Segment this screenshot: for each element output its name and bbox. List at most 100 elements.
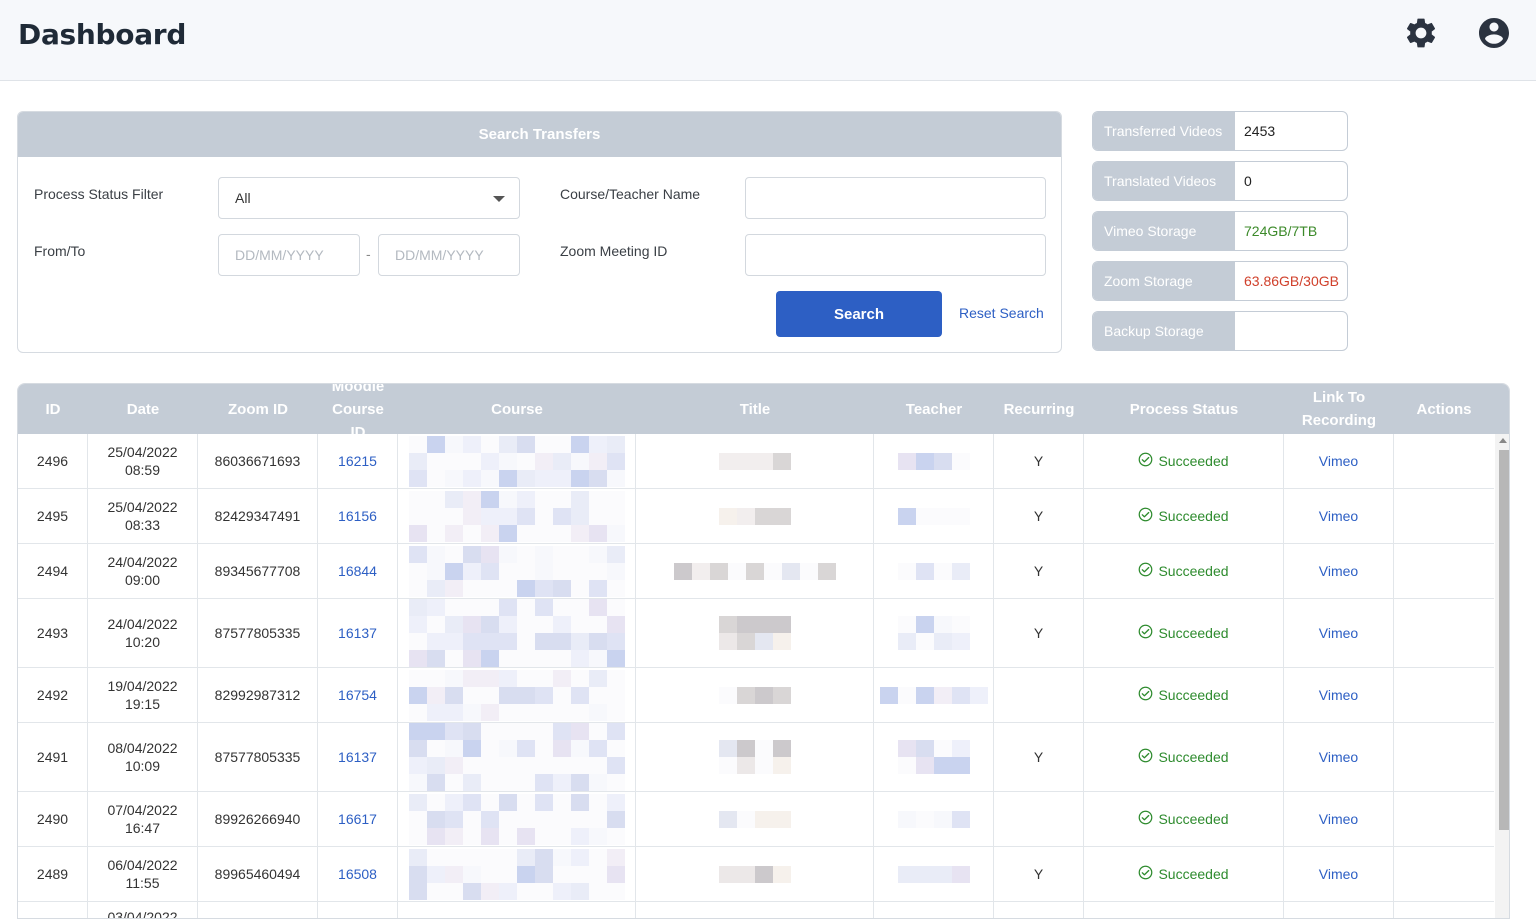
moodle-course-link[interactable]: 16137 — [338, 624, 377, 642]
course-teacher-label: Course/Teacher Name — [560, 186, 700, 202]
table-cell: 16508 — [318, 847, 398, 901]
moodle-course-link[interactable]: 16754 — [338, 686, 377, 704]
table-cell — [1284, 902, 1394, 919]
table-cell: 16754 — [318, 668, 398, 722]
row-zoom-id: 89345677708 — [215, 562, 301, 580]
moodle-course-link[interactable]: 16508 — [338, 865, 377, 883]
moodle-course-link[interactable]: 16137 — [338, 748, 377, 766]
table-cell: Succeeded — [1084, 434, 1284, 488]
redacted-content — [719, 508, 791, 525]
status-succeeded: Succeeded — [1138, 624, 1228, 643]
row-date: 24/04/2022 — [107, 553, 177, 571]
table-scrollbar[interactable] — [1495, 434, 1510, 919]
stat-box: Vimeo Storage 724GB/7TB — [1092, 211, 1348, 251]
status-text: Succeeded — [1158, 686, 1228, 704]
from-date-input[interactable]: DD/MM/YYYY — [218, 234, 360, 276]
check-circle-icon — [1138, 507, 1153, 526]
top-bar: Dashboard — [0, 0, 1536, 81]
table-cell — [398, 434, 636, 488]
vimeo-link[interactable]: Vimeo — [1319, 810, 1358, 828]
redacted-content — [409, 599, 625, 667]
redacted-content — [898, 740, 970, 774]
check-circle-icon — [1138, 624, 1153, 643]
table-cell — [1394, 434, 1494, 488]
redacted-content — [409, 491, 625, 542]
user-circle-icon[interactable] — [1476, 15, 1512, 51]
table-row: 2491 08/04/2022 10:09 87577805335 16137 Y Succ… — [18, 723, 1494, 792]
table-cell: 25/04/2022 08:33 — [88, 489, 198, 543]
gear-icon[interactable] — [1403, 15, 1439, 51]
status-text: Succeeded — [1158, 624, 1228, 642]
row-date: 07/04/2022 — [107, 801, 177, 819]
table-cell: 16617 — [318, 792, 398, 846]
scroll-up-icon[interactable] — [1499, 438, 1507, 443]
moodle-course-link[interactable]: 16156 — [338, 507, 377, 525]
redacted-content — [409, 546, 625, 597]
table-cell — [1084, 902, 1284, 919]
check-circle-icon — [1138, 810, 1153, 829]
vimeo-link[interactable]: Vimeo — [1319, 507, 1358, 525]
redacted-content — [719, 453, 791, 470]
table-cell — [398, 599, 636, 667]
column-header: Title — [636, 384, 874, 434]
row-time: 08:33 — [107, 516, 177, 534]
table-cell — [18, 902, 88, 919]
table-cell: 16156 — [318, 489, 398, 543]
redacted-content — [409, 849, 625, 900]
table-cell — [994, 668, 1084, 722]
table-cell: Y — [994, 847, 1084, 901]
table-row: 2496 25/04/2022 08:59 86036671693 16215 Y Succ… — [18, 434, 1494, 489]
table-cell — [636, 902, 874, 919]
vimeo-link[interactable]: Vimeo — [1319, 748, 1358, 766]
table-cell: 82992987312 — [198, 668, 318, 722]
course-teacher-input[interactable] — [745, 177, 1046, 219]
table-cell: 2491 — [18, 723, 88, 791]
table-cell — [636, 544, 874, 598]
moodle-course-link[interactable]: 16844 — [338, 562, 377, 580]
vimeo-link[interactable]: Vimeo — [1319, 686, 1358, 704]
table-cell — [874, 544, 994, 598]
vimeo-link[interactable]: Vimeo — [1319, 865, 1358, 883]
vimeo-link[interactable]: Vimeo — [1319, 452, 1358, 470]
redacted-content — [898, 811, 970, 828]
table-cell: 2492 — [18, 668, 88, 722]
redacted-content — [898, 563, 970, 580]
redacted-content — [898, 866, 970, 883]
vimeo-link[interactable]: Vimeo — [1319, 624, 1358, 642]
zoom-id-label: Zoom Meeting ID — [560, 243, 667, 259]
table-cell — [636, 847, 874, 901]
column-header: Recurring — [994, 384, 1084, 434]
row-recurring: Y — [1034, 624, 1043, 642]
table-cell — [1394, 847, 1494, 901]
redacted-content — [719, 811, 791, 828]
moodle-course-link[interactable]: 16617 — [338, 810, 377, 828]
search-button[interactable]: Search — [776, 291, 942, 337]
to-date-input[interactable]: DD/MM/YYYY — [378, 234, 520, 276]
table-cell — [1394, 489, 1494, 543]
table-cell — [636, 668, 874, 722]
row-zoom-id: 87577805335 — [215, 624, 301, 642]
table-cell: 07/04/2022 16:47 — [88, 792, 198, 846]
row-time: 11:55 — [107, 874, 177, 892]
table-cell — [994, 792, 1084, 846]
stat-label: Transferred Videos — [1093, 112, 1235, 150]
row-date: 24/04/2022 — [107, 615, 177, 633]
status-text: Succeeded — [1158, 810, 1228, 828]
table-cell — [874, 434, 994, 488]
row-time: 09:00 — [107, 571, 177, 589]
zoom-id-input[interactable] — [745, 234, 1046, 276]
row-time: 10:09 — [107, 757, 177, 775]
status-filter-select[interactable]: All — [218, 177, 520, 219]
status-succeeded: Succeeded — [1138, 562, 1228, 581]
table-cell: 2493 — [18, 599, 88, 667]
row-zoom-id: 82429347491 — [215, 507, 301, 525]
vimeo-link[interactable]: Vimeo — [1319, 562, 1358, 580]
moodle-course-link[interactable]: 16215 — [338, 452, 377, 470]
scrollbar-thumb[interactable] — [1499, 450, 1509, 830]
row-zoom-id: 89926266940 — [215, 810, 301, 828]
row-id: 2490 — [37, 810, 68, 828]
search-transfers-panel: Search Transfers Process Status Filter A… — [17, 111, 1062, 353]
stat-box: Transferred Videos 2453 — [1092, 111, 1348, 151]
table-cell: 89965460494 — [198, 847, 318, 901]
reset-search-link[interactable]: Reset Search — [959, 305, 1044, 321]
